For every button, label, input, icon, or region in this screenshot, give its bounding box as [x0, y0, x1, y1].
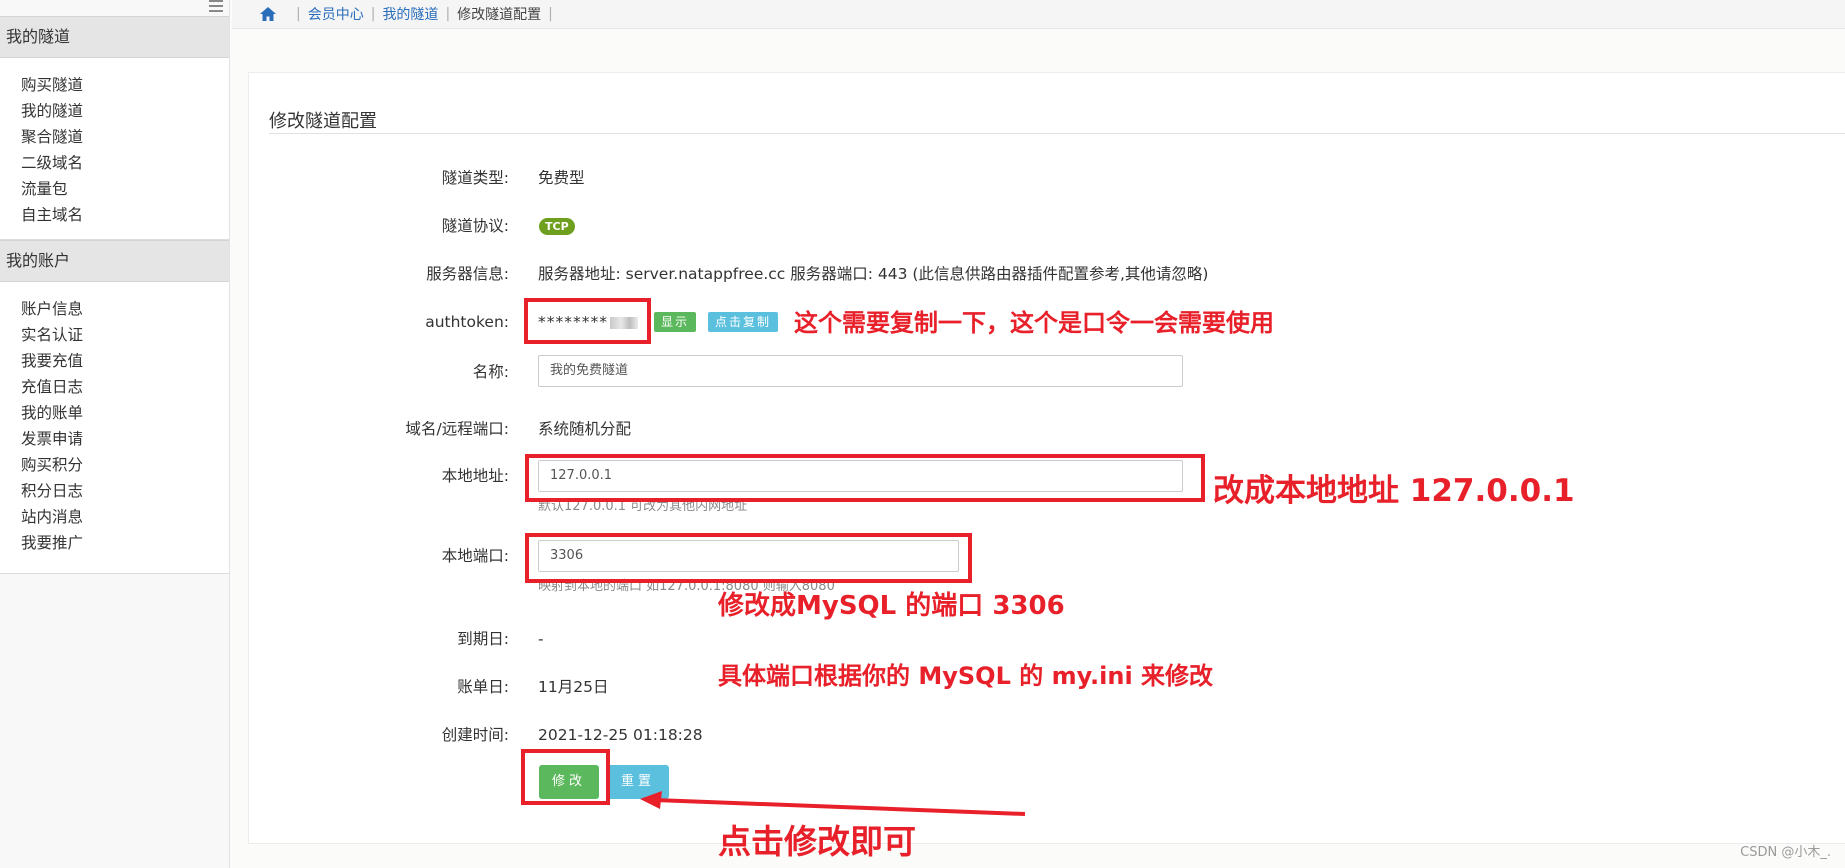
breadcrumb-separator: |: [370, 6, 376, 22]
sidebar-item-buy-tunnel[interactable]: 购买隧道: [0, 72, 229, 98]
sidebar-item-traffic-pack[interactable]: 流量包: [0, 176, 229, 202]
protocol-label: 隧道协议:: [441, 217, 509, 235]
sidebar-list-account: 账户信息 实名认证 我要充值 充值日志 我的账单 发票申请 购买积分 积分日志 …: [0, 282, 229, 574]
tunnel-type-label: 隧道类型:: [441, 169, 509, 187]
sidebar-item-messages[interactable]: 站内消息: [0, 504, 229, 530]
sidebar-item-points-log[interactable]: 积分日志: [0, 478, 229, 504]
page-title: 修改隧道配置: [269, 111, 377, 132]
breadcrumb-separator: |: [445, 6, 451, 22]
breadcrumb-current: 修改隧道配置: [457, 7, 542, 23]
breadcrumb-separator: |: [296, 6, 301, 22]
sidebar-list-tunnels: 购买隧道 我的隧道 聚合隧道 二级域名 流量包 自主域名: [0, 58, 229, 240]
sidebar: 我的隧道 购买隧道 我的隧道 聚合隧道 二级域名 流量包 自主域名 我的账户 账…: [0, 0, 230, 868]
breadcrumb-member-center[interactable]: 会员中心: [308, 4, 364, 24]
billing-date-label: 账单日:: [457, 678, 509, 696]
protocol-badge: TCP: [539, 218, 575, 235]
copy-token-button[interactable]: 点击复制: [708, 312, 779, 332]
sidebar-item-my-bills[interactable]: 我的账单: [0, 400, 229, 426]
sidebar-item-invoice[interactable]: 发票申请: [0, 426, 229, 452]
sidebar-top: [0, 0, 229, 16]
menu-toggle-icon[interactable]: [209, 0, 223, 12]
created-time-label: 创建时间:: [441, 726, 509, 744]
sidebar-item-verification[interactable]: 实名认证: [0, 322, 229, 348]
local-address-label: 本地地址:: [441, 467, 509, 485]
domain-port-label: 域名/远程端口:: [405, 420, 509, 438]
show-token-button[interactable]: 显示: [654, 312, 697, 332]
billing-date-value: 11月25日: [538, 678, 609, 696]
watermark: CSDN @小木_.: [1740, 845, 1831, 860]
highlight-box-local-port: [525, 533, 972, 583]
breadcrumb-separator: |: [548, 6, 553, 22]
local-port-label: 本地端口:: [441, 547, 509, 565]
sidebar-item-promote[interactable]: 我要推广: [0, 530, 229, 556]
name-input[interactable]: 我的免费隧道: [538, 355, 1183, 387]
sidebar-item-subdomain[interactable]: 二级域名: [0, 150, 229, 176]
sidebar-item-my-tunnels[interactable]: 我的隧道: [0, 98, 229, 124]
created-time-value: 2021-12-25 01:18:28: [538, 726, 703, 744]
expire-date-label: 到期日:: [457, 630, 509, 648]
tunnel-type-value: 免费型: [538, 169, 585, 187]
highlight-box-submit: [521, 749, 610, 805]
sidebar-item-recharge-log[interactable]: 充值日志: [0, 374, 229, 400]
highlight-box-local-address: [525, 454, 1205, 502]
title-divider: [269, 133, 1845, 134]
annotation-click-submit: 点击修改即可: [718, 822, 916, 861]
sidebar-item-custom-domain[interactable]: 自主域名: [0, 202, 229, 228]
expire-date-value: -: [538, 630, 544, 648]
annotation-mysql-ini: 具体端口根据你的 MySQL 的 my.ini 来修改: [718, 662, 1214, 690]
annotation-local-port: 修改成MySQL 的端口 3306: [718, 591, 1065, 621]
annotation-local-address: 改成本地地址 127.0.0.1: [1213, 473, 1575, 509]
breadcrumb-my-tunnels[interactable]: 我的隧道: [382, 4, 438, 24]
authtoken-label: authtoken:: [425, 313, 509, 331]
domain-port-value: 系统随机分配: [538, 420, 632, 438]
sidebar-item-account-info[interactable]: 账户信息: [0, 296, 229, 322]
annotation-authtoken: 这个需要复制一下，这个是口令一会需要使用: [794, 309, 1274, 337]
sidebar-item-buy-points[interactable]: 购买积分: [0, 452, 229, 478]
sidebar-item-recharge[interactable]: 我要充值: [0, 348, 229, 374]
server-info-value: 服务器地址: server.natappfree.cc 服务器端口: 443 (…: [538, 265, 1209, 283]
server-info-label: 服务器信息:: [426, 265, 509, 283]
sidebar-item-aggregate-tunnels[interactable]: 聚合隧道: [0, 124, 229, 150]
home-icon[interactable]: [259, 6, 277, 22]
highlight-box-authtoken: [524, 298, 651, 344]
sidebar-section-title-account[interactable]: 我的账户: [0, 240, 229, 282]
breadcrumb: | 会员中心 | 我的隧道 | 修改隧道配置 |: [232, 0, 1845, 29]
name-label: 名称:: [472, 363, 509, 381]
sidebar-section-title-tunnels[interactable]: 我的隧道: [0, 16, 229, 58]
